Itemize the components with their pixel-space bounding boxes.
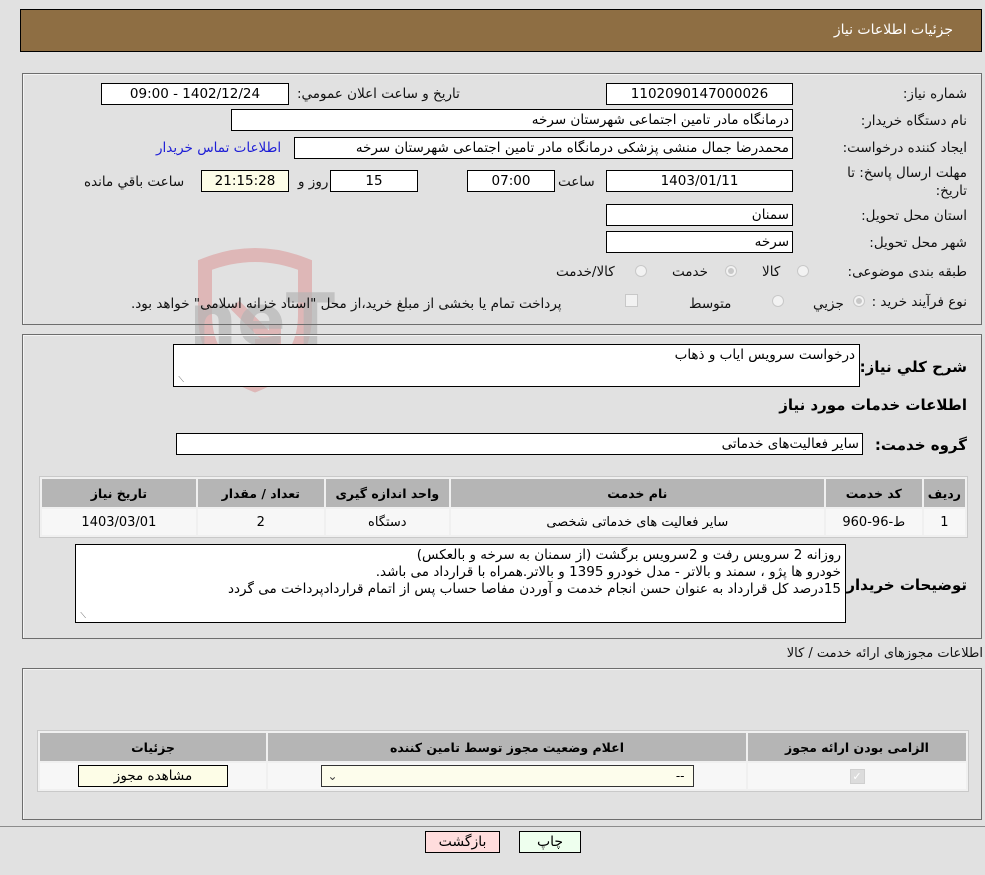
creator-label: ایجاد کننده درخواست: (842, 140, 967, 156)
permit-status-value: -- (675, 769, 685, 783)
process-label: نوع فرآیند خرید : (871, 294, 967, 310)
buyer-notes-line: خودرو ها پژو ، سمند و بالاتر - مدل خودرو… (375, 564, 841, 580)
time-label: ساعت (558, 174, 595, 190)
category-option-goods: کالا (762, 264, 781, 280)
process-option-small: جزيي (813, 296, 844, 312)
col-quantity: تعداد / مقدار (197, 479, 324, 507)
print-button[interactable]: چاپ (519, 831, 581, 853)
col-permit-status: اعلام وضعیت مجوز توسط تامین کننده (268, 733, 746, 761)
process-radio-small[interactable] (853, 295, 865, 307)
col-service-name: نام خدمت (450, 479, 824, 507)
buyer-notes-textarea[interactable]: روزانه 2 سرویس رفت و 2سرویس برگشت (از سم… (75, 544, 846, 623)
deadline-label: مهلت ارسال پاسخ: تا (847, 165, 967, 181)
province-label: استان محل تحویل: (861, 208, 967, 224)
cell-permit-details: مشاهده مجوز (40, 763, 266, 789)
col-permit-required: الزامی بودن ارائه مجوز (748, 733, 966, 761)
cell-permit-required: ✓ (748, 763, 966, 789)
cell-quantity: 2 (197, 509, 324, 535)
resize-grip-icon[interactable]: ⟋ (176, 376, 184, 384)
need-number-field: 1102090147000026 (606, 83, 793, 105)
chevron-down-icon: ⌄ (327, 769, 338, 783)
buyer-contact-link[interactable]: اطلاعات تماس خریدار (156, 140, 281, 156)
view-permit-button[interactable]: مشاهده مجوز (78, 765, 228, 787)
treasury-checkbox[interactable] (625, 294, 638, 307)
category-radio-goods-service[interactable] (635, 265, 647, 277)
creator-field: محمدرضا جمال منشی پزشکی درمانگاه مادر تا… (294, 137, 793, 159)
buyer-org-label: نام دستگاه خریدار: (860, 113, 967, 129)
col-need-date: تاریخ نیاز (42, 479, 196, 507)
col-row-number: ردیف (923, 479, 965, 507)
buyer-notes-line: روزانه 2 سرویس رفت و 2سرویس برگشت (از سم… (416, 547, 841, 563)
permits-table-header: الزامی بودن ارائه مجوز اعلام وضعیت مجوز … (40, 733, 966, 761)
remaining-time-field: 21:15:28 (201, 170, 289, 192)
category-radio-service[interactable] (725, 265, 737, 277)
col-unit: واحد اندازه گیری (325, 479, 449, 507)
buyer-notes-label: توضیحات خریدار: (840, 576, 967, 594)
category-label: طبقه بندی موضوعی: (847, 264, 967, 280)
cell-row-number: 1 (923, 509, 965, 535)
process-option-medium: متوسط (689, 296, 732, 312)
cell-need-date: 1403/03/01 (42, 509, 196, 535)
permits-section-title: اطلاعات مجوزهای ارائه خدمت / کالا (786, 646, 983, 661)
resize-grip-icon[interactable]: ⟋ (78, 612, 86, 620)
cell-service-code: ط-96-960 (825, 509, 922, 535)
footer-divider (0, 826, 985, 827)
description-textarea[interactable]: درخواست سرویس ایاب و ذهاب ⟋ (173, 344, 860, 387)
province-field: سمنان (606, 204, 793, 226)
description-text: درخواست سرویس ایاب و ذهاب (674, 347, 855, 363)
city-field: سرخه (606, 231, 793, 253)
remaining-label: ساعت باقي مانده (84, 174, 185, 190)
announce-label: تاریخ و ساعت اعلان عمومي: (297, 86, 460, 102)
need-number-label: شماره نیاز: (902, 86, 967, 102)
description-label: شرح کلي نیاز: (859, 358, 967, 376)
permits-table: الزامی بودن ارائه مجوز اعلام وضعیت مجوز … (37, 730, 969, 792)
table-row: ✓ -- ⌄ مشاهده مجوز (40, 763, 966, 789)
deadline-time-field: 07:00 (467, 170, 555, 192)
city-label: شهر محل تحویل: (869, 235, 967, 251)
days-field: 15 (330, 170, 418, 192)
cell-unit: دستگاه (325, 509, 449, 535)
page-header: جزئیات اطلاعات نیاز (20, 9, 982, 52)
treasury-checkbox-label: پرداخت تمام یا بخشی از مبلغ خرید،از محل … (131, 296, 562, 312)
process-radio-medium[interactable] (772, 295, 784, 307)
service-group-field: سایر فعالیت‌های خدماتی (176, 433, 863, 455)
days-label: روز و (298, 174, 329, 190)
services-table: ردیف کد خدمت نام خدمت واحد اندازه گیری ت… (39, 476, 968, 538)
announce-datetime-field: 1402/12/24 - 09:00 (101, 83, 289, 105)
cell-service-name: سایر فعالیت های خدماتی شخصی (450, 509, 824, 535)
page-title: جزئیات اطلاعات نیاز (833, 22, 953, 38)
services-table-header: ردیف کد خدمت نام خدمت واحد اندازه گیری ت… (42, 479, 965, 507)
deadline-date-field: 1403/01/11 (606, 170, 793, 192)
table-row: 1 ط-96-960 سایر فعالیت های خدماتی شخصی د… (42, 509, 965, 535)
deadline-label-2: تاریخ: (935, 183, 967, 199)
buyer-org-field: درمانگاه مادر تامین اجتماعی شهرستان سرخه (231, 109, 793, 131)
services-section-title: اطلاعات خدمات مورد نیاز (779, 396, 967, 414)
category-option-goods-service: کالا/خدمت (556, 264, 615, 280)
cell-permit-status: -- ⌄ (268, 763, 746, 789)
category-option-service: خدمت (672, 264, 708, 280)
back-button[interactable]: بازگشت (425, 831, 500, 853)
col-permit-details: جزئیات (40, 733, 266, 761)
permit-required-checkbox: ✓ (849, 768, 865, 784)
category-radio-goods[interactable] (797, 265, 809, 277)
service-group-label: گروه خدمت: (874, 436, 967, 454)
permit-status-select[interactable]: -- ⌄ (320, 765, 694, 787)
buyer-notes-line: 15درصد کل قرارداد به عنوان حسن انجام خدم… (228, 581, 841, 597)
col-service-code: کد خدمت (825, 479, 922, 507)
